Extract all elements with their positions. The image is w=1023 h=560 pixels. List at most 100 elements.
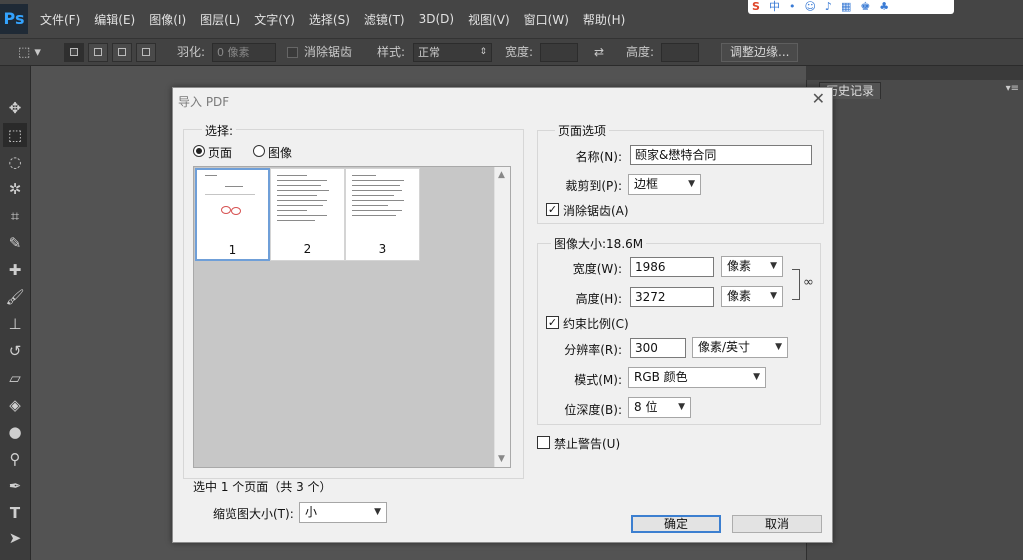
resolution-label: 分辨率(R):	[564, 343, 622, 357]
lasso-tool-icon[interactable]: ◌	[3, 150, 27, 174]
chevron-down-icon: ▼	[688, 179, 695, 189]
suppress-warnings-checkbox[interactable]	[537, 436, 550, 449]
panel-menu-icon[interactable]: ▾≡	[1006, 83, 1019, 94]
panel-collapse-bar[interactable]	[806, 66, 1023, 80]
bit-depth-value: 8 位	[634, 400, 658, 414]
voice-icon[interactable]: ♪	[825, 1, 832, 13]
thumbnail-page-3[interactable]: 3	[345, 168, 420, 261]
spinner-icon: ⇕	[479, 47, 487, 57]
bit-depth-select[interactable]: 8 位 ▼	[628, 397, 691, 418]
menu-3d[interactable]: 3D(D)	[419, 12, 454, 26]
close-icon[interactable]: ✕	[812, 89, 825, 108]
name-input[interactable]: 颐家&懋特合同	[630, 145, 812, 165]
chain-link-icon[interactable]: ∞	[803, 275, 814, 290]
height-input[interactable]: 3272	[630, 287, 714, 307]
keyboard-icon[interactable]: ▦	[841, 1, 851, 13]
name-label: 名称(N):	[575, 150, 622, 164]
intersect-selection-icon[interactable]	[136, 43, 156, 62]
width-input[interactable]	[540, 43, 578, 62]
move-tool-icon[interactable]: ✥	[3, 96, 27, 120]
crop-tool-icon[interactable]: ⌗	[3, 204, 27, 228]
subtract-selection-icon[interactable]	[112, 43, 132, 62]
refine-edge-button[interactable]: 调整边缘...	[721, 43, 799, 62]
tools-icon[interactable]: ♣	[879, 1, 889, 13]
select-group-legend: 选择:	[202, 122, 237, 139]
antialias-label: 消除锯齿(A)	[563, 204, 629, 218]
type-tool-icon[interactable]: T	[3, 501, 27, 525]
height-input[interactable]	[661, 43, 699, 62]
scroll-down-icon[interactable]: ▼	[498, 454, 505, 464]
width-unit-select[interactable]: 像素 ▼	[721, 256, 783, 277]
menu-file[interactable]: 文件(F)	[40, 11, 80, 28]
height-unit-select[interactable]: 像素 ▼	[721, 286, 783, 307]
resolution-unit-value: 像素/英寸	[698, 340, 751, 354]
thumbnail-list[interactable]: 1 2 3 ▲ ▼	[193, 166, 511, 468]
cancel-button[interactable]: 取消	[732, 515, 822, 533]
width-unit-value: 像素	[727, 259, 752, 273]
thumbnail-page-2[interactable]: 2	[270, 168, 345, 261]
paint-bucket-tool-icon[interactable]: ◈	[3, 393, 27, 417]
skin-icon[interactable]: ♚	[860, 1, 870, 13]
radio-image-label: 图像	[268, 146, 293, 160]
menu-view[interactable]: 视图(V)	[468, 11, 510, 28]
sogou-icon[interactable]: S	[752, 1, 760, 13]
style-label: 样式:	[377, 45, 406, 59]
rect-marquee-tool-icon[interactable]: ⬚	[3, 123, 27, 147]
scroll-up-icon[interactable]: ▲	[498, 170, 505, 180]
marquee-tool-icon[interactable]: ⬚ ▾	[18, 39, 41, 66]
emoji-icon[interactable]: ☺	[804, 1, 815, 13]
constrain-proportions-label: 约束比例(C)	[563, 317, 629, 331]
tools-panel: ✥ ⬚ ◌ ✲ ⌗ ✎ ✚ 🖌 ⊥ ↺ ▱ ◈ ● ⚲ ✒ T ➤	[0, 66, 31, 560]
panel-dock: 历史记录 ▾≡	[806, 66, 1023, 560]
thumb-size-value: 小	[305, 505, 318, 519]
width-input[interactable]: 1986	[630, 257, 714, 277]
brush-tool-icon[interactable]: 🖌	[3, 285, 27, 309]
swap-icon[interactable]: ⇄	[594, 39, 604, 66]
menu-help[interactable]: 帮助(H)	[583, 11, 625, 28]
antialias-checkbox[interactable]: ✓	[546, 203, 559, 216]
constrain-proportions-checkbox[interactable]: ✓	[546, 316, 559, 329]
language-icon[interactable]: 中	[769, 1, 780, 13]
radio-image[interactable]	[253, 145, 265, 157]
punctuation-icon[interactable]: •	[789, 1, 796, 13]
mode-select[interactable]: RGB 颜色 ▼	[628, 367, 766, 388]
clone-stamp-tool-icon[interactable]: ⊥	[3, 312, 27, 336]
bit-depth-label: 位深度(B):	[564, 403, 622, 417]
radio-page[interactable]	[193, 145, 205, 157]
menu-filter[interactable]: 滤镜(T)	[364, 11, 405, 28]
new-selection-icon[interactable]	[64, 43, 84, 62]
image-size-legend: 图像大小:18.6M	[551, 235, 647, 252]
menu-select[interactable]: 选择(S)	[309, 11, 350, 28]
menu-type[interactable]: 文字(Y)	[254, 11, 295, 28]
thumbnail-page-1[interactable]: 1	[195, 168, 270, 261]
history-brush-tool-icon[interactable]: ↺	[3, 339, 27, 363]
menu-image[interactable]: 图像(I)	[149, 11, 186, 28]
dodge-tool-icon[interactable]: ⚲	[3, 447, 27, 471]
add-selection-icon[interactable]	[88, 43, 108, 62]
magic-wand-tool-icon[interactable]: ✲	[3, 177, 27, 201]
menu-window[interactable]: 窗口(W)	[524, 11, 569, 28]
menu-edit[interactable]: 编辑(E)	[94, 11, 135, 28]
menu-layer[interactable]: 图层(L)	[200, 11, 240, 28]
crop-to-select[interactable]: 边框 ▼	[628, 174, 701, 195]
photoshop-logo: Ps	[0, 4, 28, 34]
resolution-unit-select[interactable]: 像素/英寸 ▼	[692, 337, 788, 358]
path-select-tool-icon[interactable]: ➤	[3, 526, 27, 550]
feather-label: 羽化:	[177, 45, 206, 59]
style-select[interactable]: 正常 ⇕	[413, 43, 492, 62]
ok-button[interactable]: 确定	[631, 515, 721, 533]
healing-brush-tool-icon[interactable]: ✚	[3, 258, 27, 282]
eyedropper-tool-icon[interactable]: ✎	[3, 231, 27, 255]
thumbnail-number: 1	[228, 243, 237, 257]
thumbnail-scrollbar[interactable]: ▲ ▼	[494, 167, 510, 467]
seal-icon	[231, 207, 241, 215]
feather-input[interactable]: 0 像素	[212, 43, 276, 62]
chevron-down-icon: ▼	[770, 261, 777, 271]
blur-tool-icon[interactable]: ●	[3, 420, 27, 444]
eraser-tool-icon[interactable]: ▱	[3, 366, 27, 390]
resolution-input[interactable]: 300	[630, 338, 686, 358]
chevron-down-icon: ▼	[770, 291, 777, 301]
antialias-checkbox[interactable]	[287, 47, 298, 58]
pen-tool-icon[interactable]: ✒	[3, 474, 27, 498]
thumb-size-select[interactable]: 小 ▼	[299, 502, 387, 523]
